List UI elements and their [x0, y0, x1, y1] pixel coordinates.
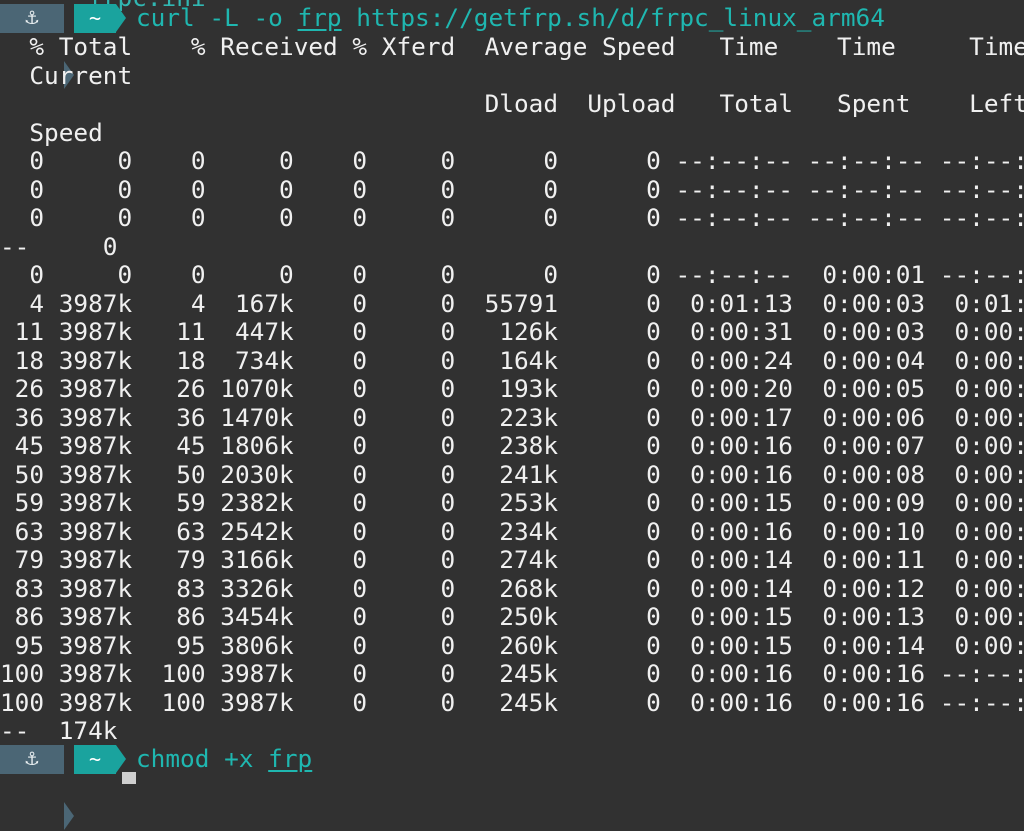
output-line: Current — [0, 60, 133, 90]
powerline-separator — [116, 4, 126, 33]
prompt-line-1: ⚓ ~ curl -L -o frp https://getfrp.sh/d/f… — [0, 3, 885, 89]
output-line: 45 3987k 45 1806k 0 0 238k 0 0:00:16 0:0… — [0, 431, 1024, 460]
output-line: 79 3987k 79 3166k 0 0 274k 0 0:00:14 0:0… — [0, 545, 1024, 574]
output-line: Dload Upload Total Spent Left — [0, 89, 1024, 118]
command-arg: frp — [297, 3, 342, 32]
output-line: -- 174k — [0, 716, 118, 745]
output-line: 86 3987k 86 3454k 0 0 250k 0 0:00:15 0:0… — [0, 602, 1024, 631]
output-line: 0 0 0 0 0 0 0 0 --:--:-- --:--:-- --:--: — [0, 146, 1024, 175]
output-line: % Total % Received % Xferd Average Speed… — [0, 32, 1024, 61]
output-line: 100 3987k 100 3987k 0 0 245k 0 0:00:16 0… — [0, 659, 1024, 688]
output-line: 0 0 0 0 0 0 0 0 --:--:-- --:--:-- --:--: — [0, 203, 1024, 232]
prompt-line-2: ⚓ ~ chmod +x frp — [0, 744, 313, 830]
powerline-separator — [116, 745, 126, 774]
output-line: 50 3987k 50 2030k 0 0 241k 0 0:00:16 0:0… — [0, 459, 1024, 489]
prompt-dir: ~ — [74, 4, 116, 33]
output-line: 18 3987k 18 734k 0 0 164k 0 0:00:24 0:00… — [0, 345, 1024, 375]
output-line: 0 0 0 0 0 0 0 0 --:--:-- 0:00:01 --:--: — [0, 260, 1024, 289]
command-text: chmod +x frp — [136, 744, 313, 773]
powerline-separator — [64, 802, 74, 830]
output-line: 0 0 0 0 0 0 0 0 --:--:-- --:--:-- --:--: — [0, 174, 1024, 204]
output-line: 95 3987k 95 3806k 0 0 260k 0 0:00:15 0:0… — [0, 630, 1024, 660]
output-line: 100 3987k 100 3987k 0 0 245k 0 0:00:16 0… — [0, 687, 1024, 717]
output-line: 4 3987k 4 167k 0 0 55791 0 0:01:13 0:00:… — [0, 288, 1024, 318]
output-line: 36 3987k 36 1470k 0 0 223k 0 0:00:17 0:0… — [0, 402, 1024, 432]
prompt-dir: ~ — [74, 745, 116, 774]
text-cursor — [122, 772, 136, 784]
anchor-icon: ⚓ — [0, 4, 64, 33]
command-arg: frp — [268, 744, 313, 773]
output-line: 63 3987k 63 2542k 0 0 234k 0 0:00:16 0:0… — [0, 516, 1024, 546]
output-line: -- 0 — [0, 231, 118, 261]
command-text: curl -L -o frp https://getfrp.sh/d/frpc_… — [136, 3, 885, 32]
output-line: Speed — [0, 117, 103, 147]
output-line: 83 3987k 83 3326k 0 0 268k 0 0:00:14 0:0… — [0, 573, 1024, 603]
output-line: 59 3987k 59 2382k 0 0 253k 0 0:00:15 0:0… — [0, 488, 1024, 517]
output-line: 26 3987k 26 1070k 0 0 193k 0 0:00:20 0:0… — [0, 374, 1024, 403]
terminal-window[interactable]: ~ ~ frpc.ini ⚓ ~ curl -L -o frp https://… — [0, 0, 1024, 830]
output-line: 11 3987k 11 447k 0 0 126k 0 0:00:31 0:00… — [0, 317, 1024, 346]
anchor-icon: ⚓ — [0, 745, 64, 774]
